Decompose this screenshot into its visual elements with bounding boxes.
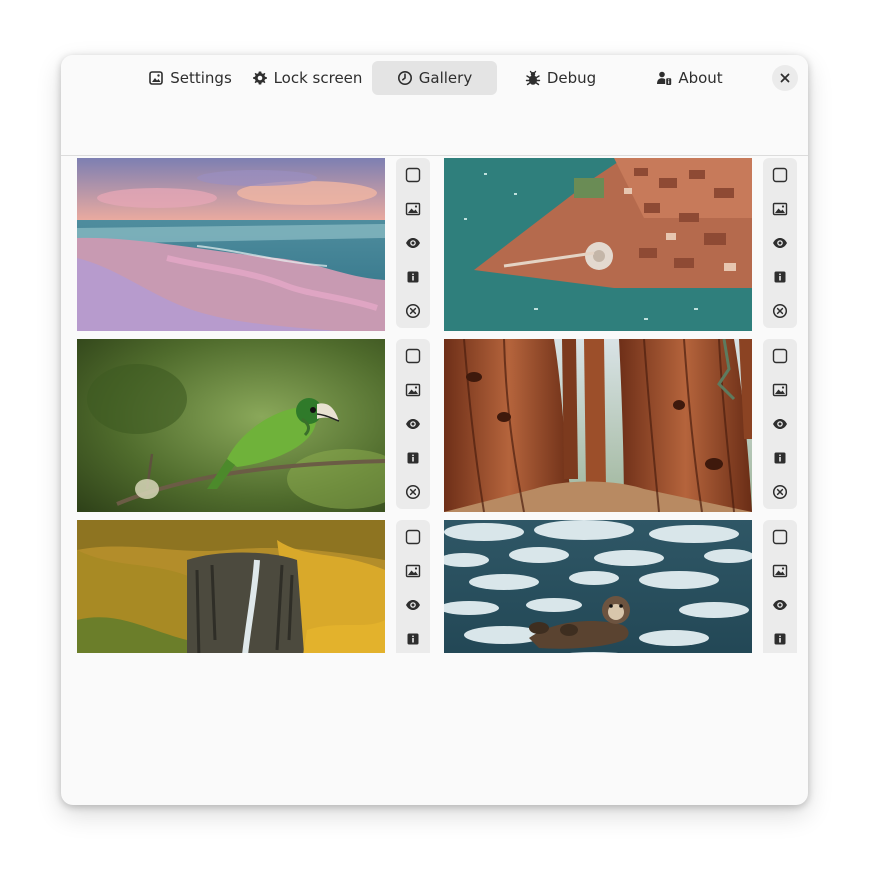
preview-button[interactable] — [763, 588, 797, 622]
wallpaper-thumbnail[interactable] — [77, 520, 385, 653]
wallpaper-thumbnail[interactable] — [77, 158, 385, 331]
gallery-grid — [61, 156, 808, 805]
person-info-icon — [657, 71, 672, 85]
image-icon — [772, 202, 788, 216]
circle-x-icon — [405, 303, 421, 319]
checkbox-icon — [405, 348, 421, 364]
set-wallpaper-button[interactable] — [763, 192, 797, 226]
gear-icon — [252, 71, 267, 85]
select-checkbox[interactable] — [396, 158, 430, 192]
header-bar: Settings Lock screen Gallery Debug About — [61, 55, 808, 156]
app-window: Settings Lock screen Gallery Debug About — [61, 55, 808, 805]
checkbox-icon — [772, 167, 788, 183]
info-icon — [407, 271, 419, 283]
select-checkbox[interactable] — [763, 520, 797, 554]
wallpaper-thumbnail[interactable] — [77, 339, 385, 512]
checkbox-icon — [772, 348, 788, 364]
image-actions — [763, 520, 797, 653]
remove-button[interactable] — [763, 294, 797, 328]
wallpaper-thumbnail[interactable] — [444, 158, 752, 331]
image-icon — [772, 564, 788, 578]
tab-about[interactable]: About — [627, 61, 752, 95]
checkbox-icon — [772, 529, 788, 545]
image-icon — [405, 383, 421, 397]
checkbox-icon — [405, 167, 421, 183]
eye-icon — [406, 238, 420, 248]
wallpaper-thumbnail[interactable] — [444, 339, 752, 512]
eye-icon — [773, 419, 787, 429]
preview-button[interactable] — [396, 407, 430, 441]
info-icon — [407, 452, 419, 464]
gallery-item — [444, 156, 808, 331]
remove-button[interactable] — [396, 475, 430, 509]
set-wallpaper-button[interactable] — [763, 373, 797, 407]
info-icon — [407, 633, 419, 645]
remove-button[interactable] — [763, 475, 797, 509]
info-icon — [774, 633, 786, 645]
bug-icon — [525, 70, 541, 86]
info-button[interactable] — [763, 260, 797, 294]
preview-button[interactable] — [763, 226, 797, 260]
info-button[interactable] — [763, 441, 797, 475]
image-actions — [763, 339, 797, 509]
gallery-item — [77, 518, 444, 653]
eye-icon — [773, 238, 787, 248]
image-actions — [396, 520, 430, 653]
preview-button[interactable] — [396, 226, 430, 260]
tab-label: Settings — [170, 69, 232, 87]
eye-icon — [406, 600, 420, 610]
gallery-item — [77, 337, 444, 512]
image-actions — [396, 158, 430, 328]
close-button[interactable] — [772, 65, 798, 91]
image-actions — [763, 158, 797, 328]
tab-label: About — [678, 69, 723, 87]
select-checkbox[interactable] — [763, 158, 797, 192]
set-wallpaper-button[interactable] — [763, 554, 797, 588]
eye-icon — [406, 419, 420, 429]
gallery-item — [444, 337, 808, 512]
eye-icon — [773, 600, 787, 610]
remove-button[interactable] — [396, 294, 430, 328]
circle-x-icon — [772, 484, 788, 500]
gallery-item — [444, 518, 808, 653]
info-icon — [774, 452, 786, 464]
image-actions — [396, 339, 430, 509]
tab-label: Lock screen — [273, 69, 363, 87]
image-icon — [405, 202, 421, 216]
set-wallpaper-button[interactable] — [396, 192, 430, 226]
gallery-item — [77, 156, 444, 331]
clock-icon — [397, 71, 412, 85]
info-button[interactable] — [396, 441, 430, 475]
tab-settings[interactable]: Settings — [129, 61, 251, 95]
preview-button[interactable] — [763, 407, 797, 441]
tab-gallery[interactable]: Gallery — [372, 61, 497, 95]
info-button[interactable] — [396, 622, 430, 653]
select-checkbox[interactable] — [396, 520, 430, 554]
circle-x-icon — [405, 484, 421, 500]
set-wallpaper-button[interactable] — [396, 373, 430, 407]
circle-x-icon — [772, 303, 788, 319]
select-checkbox[interactable] — [396, 339, 430, 373]
wallpaper-thumbnail[interactable] — [444, 520, 752, 653]
image-icon — [149, 71, 164, 85]
checkbox-icon — [405, 529, 421, 545]
tab-lock-screen[interactable]: Lock screen — [247, 61, 367, 95]
set-wallpaper-button[interactable] — [396, 554, 430, 588]
tab-debug[interactable]: Debug — [498, 61, 623, 95]
tab-label: Gallery — [418, 69, 473, 87]
image-icon — [772, 383, 788, 397]
info-button[interactable] — [396, 260, 430, 294]
tab-label: Debug — [546, 69, 597, 87]
select-checkbox[interactable] — [763, 339, 797, 373]
info-icon — [774, 271, 786, 283]
info-button[interactable] — [763, 622, 797, 653]
close-icon — [780, 73, 790, 83]
preview-button[interactable] — [396, 588, 430, 622]
image-icon — [405, 564, 421, 578]
